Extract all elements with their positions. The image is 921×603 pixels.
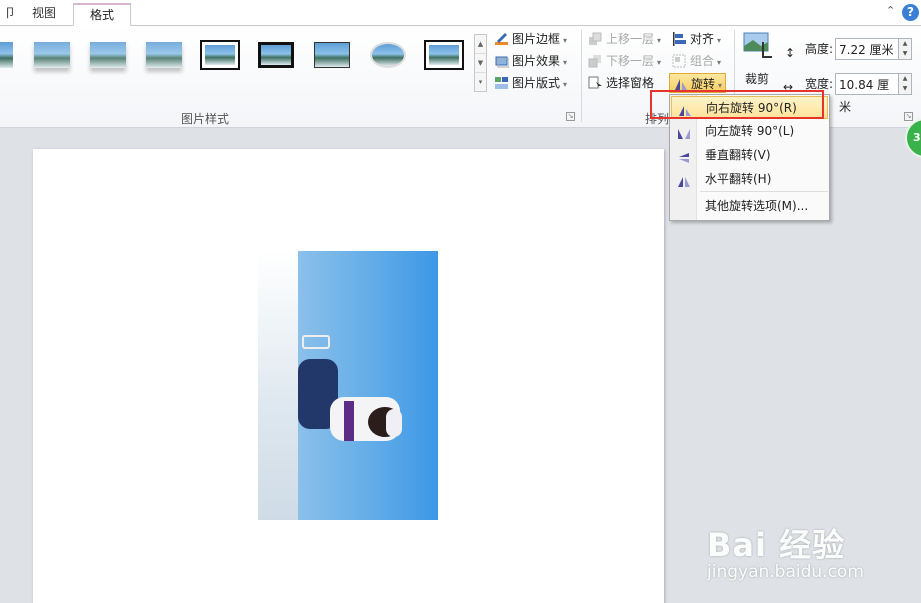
gallery-scrollbar[interactable]: ▲ ▼ ▾: [474, 34, 487, 92]
flip-horizontal-icon: [677, 173, 691, 187]
minimize-ribbon-icon[interactable]: ⌃: [886, 4, 895, 17]
picture-effects-label: 图片效果: [512, 54, 561, 68]
group-icon: [672, 54, 687, 68]
flip-vertical-icon: [677, 149, 691, 163]
send-backward-button[interactable]: 下移一层 ▾: [588, 51, 661, 71]
align-label: 对齐: [690, 32, 715, 46]
help-icon[interactable]: ?: [902, 4, 919, 21]
menu-item-rotate-left[interactable]: 向左旋转 90°(L): [671, 120, 828, 143]
height-spinner[interactable]: ▲ ▼: [898, 38, 912, 60]
gallery-up-icon[interactable]: ▲: [475, 35, 486, 54]
selection-pane-button[interactable]: 选择窗格: [588, 73, 654, 93]
menu-separator: [700, 191, 828, 192]
watermark-logo: Bai 经验: [707, 526, 846, 564]
menu-item-label: 其他旋转选项(M)...: [705, 199, 809, 213]
photo-snow: [258, 251, 298, 520]
picture-layout-button[interactable]: 图片版式 ▾: [494, 73, 567, 93]
picture-style-thumb[interactable]: [423, 39, 465, 73]
watermark-url: jingyan.baidu.com: [707, 562, 864, 582]
align-icon: [672, 32, 687, 46]
selection-pane-label: 选择窗格: [606, 76, 655, 90]
tab-format[interactable]: 格式: [73, 3, 131, 26]
picture-style-thumb[interactable]: [87, 39, 129, 73]
picture-border-button[interactable]: 图片边框 ▾: [494, 29, 567, 49]
document-page[interactable]: [33, 149, 664, 603]
picture-effects-icon: [494, 54, 510, 68]
height-input[interactable]: 7.22 厘米: [835, 38, 899, 60]
picture-border-label: 图片边框: [512, 32, 561, 46]
gallery-down-icon[interactable]: ▼: [475, 54, 486, 73]
rotate-label: 旋转: [691, 77, 716, 91]
align-button[interactable]: 对齐 ▾: [672, 29, 721, 49]
size-dialog-launcher-icon[interactable]: ↘: [904, 112, 913, 121]
crop-icon: [743, 32, 773, 60]
menu-item-label: 向左旋转 90°(L): [705, 124, 795, 138]
width-input[interactable]: 10.84 厘米: [835, 73, 899, 114]
crop-label: 裁剪: [745, 72, 770, 86]
send-backward-label: 下移一层: [606, 54, 655, 68]
picture-style-thumb[interactable]: [311, 39, 353, 73]
bring-forward-icon: [588, 32, 603, 46]
menu-item-flip-vertical[interactable]: 垂直翻转(V): [671, 144, 828, 167]
menu-item-label: 水平翻转(H): [705, 172, 772, 186]
rotate-left-icon: [677, 125, 691, 139]
picture-layout-label: 图片版式: [512, 76, 561, 90]
photo-hat: [386, 409, 402, 437]
rotate-icon: [673, 77, 688, 91]
menu-item-more-rotation-options[interactable]: 其他旋转选项(M)...: [671, 195, 828, 218]
tab-view[interactable]: 视图: [22, 3, 66, 26]
crop-button[interactable]: 裁剪: [741, 30, 775, 90]
ribbon-tab-bar: 卩 视图 格式 ⌃ ?: [0, 0, 921, 26]
picture-styles-group-label: 图片样式: [181, 112, 230, 126]
group-separator: [581, 30, 582, 122]
selected-photo[interactable]: [258, 251, 438, 520]
highlight-annotation-box: [650, 90, 824, 119]
photo-scarf: [344, 401, 354, 441]
baidu-watermark: Bai 经验 jingyan.baidu.com: [707, 510, 921, 603]
width-spinner[interactable]: ▲ ▼: [898, 73, 912, 95]
group-label: 组合: [690, 54, 715, 68]
height-label: 高度:: [805, 42, 834, 56]
picture-effects-button[interactable]: 图片效果 ▾: [494, 51, 567, 71]
picture-border-icon: [494, 32, 509, 46]
selection-pane-icon: [588, 76, 603, 90]
menu-item-flip-horizontal[interactable]: 水平翻转(H): [671, 168, 828, 191]
photo-skate: [302, 335, 330, 349]
bring-forward-button[interactable]: 上移一层 ▾: [588, 29, 661, 49]
height-icon: ↕: [785, 46, 796, 60]
height-row: ↕ 高度: 7.22 厘米 ▲ ▼: [783, 38, 912, 60]
picture-style-thumb[interactable]: [367, 39, 409, 73]
picture-style-thumb[interactable]: [255, 39, 297, 73]
group-button[interactable]: 组合 ▾: [672, 51, 721, 71]
bring-forward-label: 上移一层: [606, 32, 655, 46]
picture-layout-icon: [494, 76, 509, 90]
picture-style-thumb[interactable]: [31, 39, 73, 73]
menu-item-label: 垂直翻转(V): [705, 148, 771, 162]
send-backward-icon: [588, 54, 603, 68]
picture-style-thumb[interactable]: [0, 39, 16, 73]
picture-style-thumb[interactable]: [143, 39, 185, 73]
dialog-launcher-icon[interactable]: ↘: [566, 112, 575, 121]
gallery-more-icon[interactable]: ▾: [475, 73, 486, 92]
picture-style-thumb[interactable]: [199, 39, 241, 73]
